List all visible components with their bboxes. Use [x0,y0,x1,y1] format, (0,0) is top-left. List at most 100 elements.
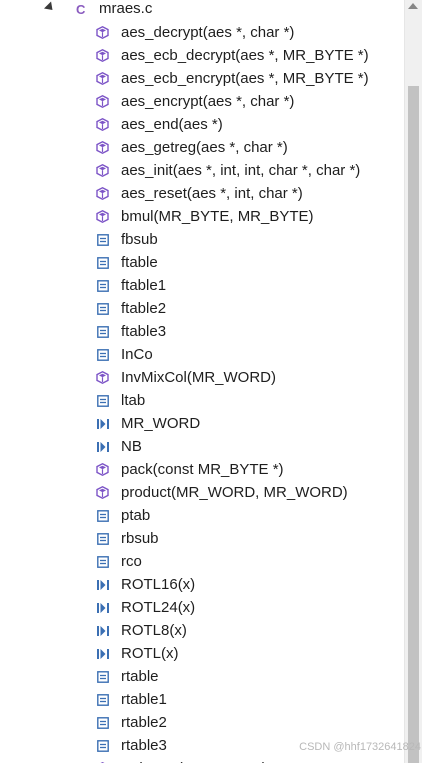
variable-icon [95,301,110,316]
symbol-item[interactable]: aes_ecb_decrypt(aes *, MR_BYTE *) [0,44,404,67]
symbol-item[interactable]: aes_init(aes *, int, int, char *, char *… [0,159,404,182]
symbol-label: ftable [121,254,158,271]
symbol-label: pack(const MR_BYTE *) [121,461,284,478]
symbol-item[interactable]: aes_reset(aes *, int, char *) [0,182,404,205]
symbol-label: ltab [121,392,146,409]
symbol-label: ROTL16(x) [121,576,196,593]
symbol-item[interactable]: ftable [0,251,404,274]
symbol-label: bmul(MR_BYTE, MR_BYTE) [121,208,314,225]
function-icon [95,48,110,63]
symbol-item[interactable]: ftable1 [0,274,404,297]
symbol-label: aes_ecb_decrypt(aes *, MR_BYTE *) [121,47,369,64]
symbol-label: aes_decrypt(aes *, char *) [121,24,295,41]
symbol-item[interactable]: aes_encrypt(aes *, char *) [0,90,404,113]
symbol-item[interactable]: ROTL16(x) [0,573,404,596]
symbol-item[interactable]: ROTL8(x) [0,619,404,642]
symbol-label: aes_reset(aes *, int, char *) [121,185,303,202]
scroll-up-arrow-icon[interactable] [408,3,418,9]
symbol-label: aes_ecb_encrypt(aes *, MR_BYTE *) [121,70,369,87]
solution-explorer-tree: C mraes.c aes_decrypt(aes *, char *) aes_… [0,0,404,763]
variable-icon [95,255,110,270]
symbol-item[interactable]: aes_decrypt(aes *, char *) [0,21,404,44]
function-icon [95,25,110,40]
symbol-item[interactable]: bmul(MR_BYTE, MR_BYTE) [0,205,404,228]
symbol-label: rtable [121,668,159,685]
variable-icon [95,232,110,247]
svg-text:C: C [76,2,86,17]
symbol-item[interactable]: aes_getreg(aes *, char *) [0,136,404,159]
symbol-label: product(MR_WORD, MR_WORD) [121,484,348,501]
symbol-item[interactable]: rtable1 [0,688,404,711]
symbol-label: ptab [121,507,151,524]
symbol-item[interactable]: NB [0,435,404,458]
scroll-thumb[interactable] [408,86,419,763]
symbol-label: aes_init(aes *, int, int, char *, char *… [121,162,361,179]
symbol-item[interactable]: aes_ecb_encrypt(aes *, MR_BYTE *) [0,67,404,90]
file-name: mraes.c [99,0,153,17]
symbol-item[interactable]: ltab [0,389,404,412]
variable-icon [95,278,110,293]
symbol-label: ROTL24(x) [121,599,196,616]
symbol-item[interactable]: rtable2 [0,711,404,734]
symbol-label: aes_encrypt(aes *, char *) [121,93,295,110]
function-icon [95,186,110,201]
function-icon [95,117,110,132]
macro-icon [95,623,110,638]
symbol-item[interactable]: aes_end(aes *) [0,113,404,136]
variable-icon [95,324,110,339]
symbol-item[interactable]: InCo [0,343,404,366]
variable-icon [95,669,110,684]
symbol-label: ROTL(x) [121,645,179,662]
symbol-item[interactable]: SubByte(MR_WORD) [0,757,404,763]
symbol-label: InCo [121,346,153,363]
symbol-item[interactable]: InvMixCol(MR_WORD) [0,366,404,389]
symbol-item[interactable]: rco [0,550,404,573]
symbol-item[interactable]: ptab [0,504,404,527]
symbol-item[interactable]: fbsub [0,228,404,251]
symbol-label: rtable3 [121,737,167,754]
vertical-scrollbar[interactable] [404,0,422,763]
symbol-label: ROTL8(x) [121,622,187,639]
symbol-label: InvMixCol(MR_WORD) [121,369,276,386]
symbol-label: MR_WORD [121,415,201,432]
variable-icon [95,554,110,569]
function-icon [95,462,110,477]
symbol-item[interactable]: rtable [0,665,404,688]
function-icon [95,140,110,155]
symbol-label: ftable2 [121,300,167,317]
symbol-item[interactable]: ftable3 [0,320,404,343]
symbol-label: rtable2 [121,714,167,731]
symbol-label: rtable1 [121,691,167,708]
variable-icon [95,692,110,707]
function-icon [95,163,110,178]
watermark: CSDN @hhf1732641824 [299,741,421,753]
function-icon [95,94,110,109]
macro-icon [95,646,110,661]
symbol-item[interactable]: ROTL(x) [0,642,404,665]
symbol-item[interactable]: rbsub [0,527,404,550]
variable-icon [95,347,110,362]
expand-arrow-icon[interactable] [43,1,57,14]
macro-icon [95,600,110,615]
function-icon [95,485,110,500]
variable-icon [95,715,110,730]
symbol-label: aes_end(aes *) [121,116,223,133]
symbol-label: rbsub [121,530,159,547]
symbol-label: rco [121,553,142,570]
symbol-item[interactable]: product(MR_WORD, MR_WORD) [0,481,404,504]
function-icon [95,71,110,86]
symbol-item[interactable]: pack(const MR_BYTE *) [0,458,404,481]
macro-icon [95,577,110,592]
symbol-item[interactable]: MR_WORD [0,412,404,435]
symbol-label: SubByte(MR_WORD) [121,759,267,763]
symbol-label: ftable3 [121,323,167,340]
symbol-list: aes_decrypt(aes *, char *) aes_ecb_decryp… [0,21,404,763]
variable-icon [95,531,110,546]
macro-icon [95,416,110,431]
symbol-item[interactable]: ftable2 [0,297,404,320]
symbol-item[interactable]: ROTL24(x) [0,596,404,619]
symbol-label: aes_getreg(aes *, char *) [121,139,288,156]
variable-icon [95,393,110,408]
variable-icon [95,738,110,753]
file-node-mraes-c[interactable]: C mraes.c [0,0,404,20]
